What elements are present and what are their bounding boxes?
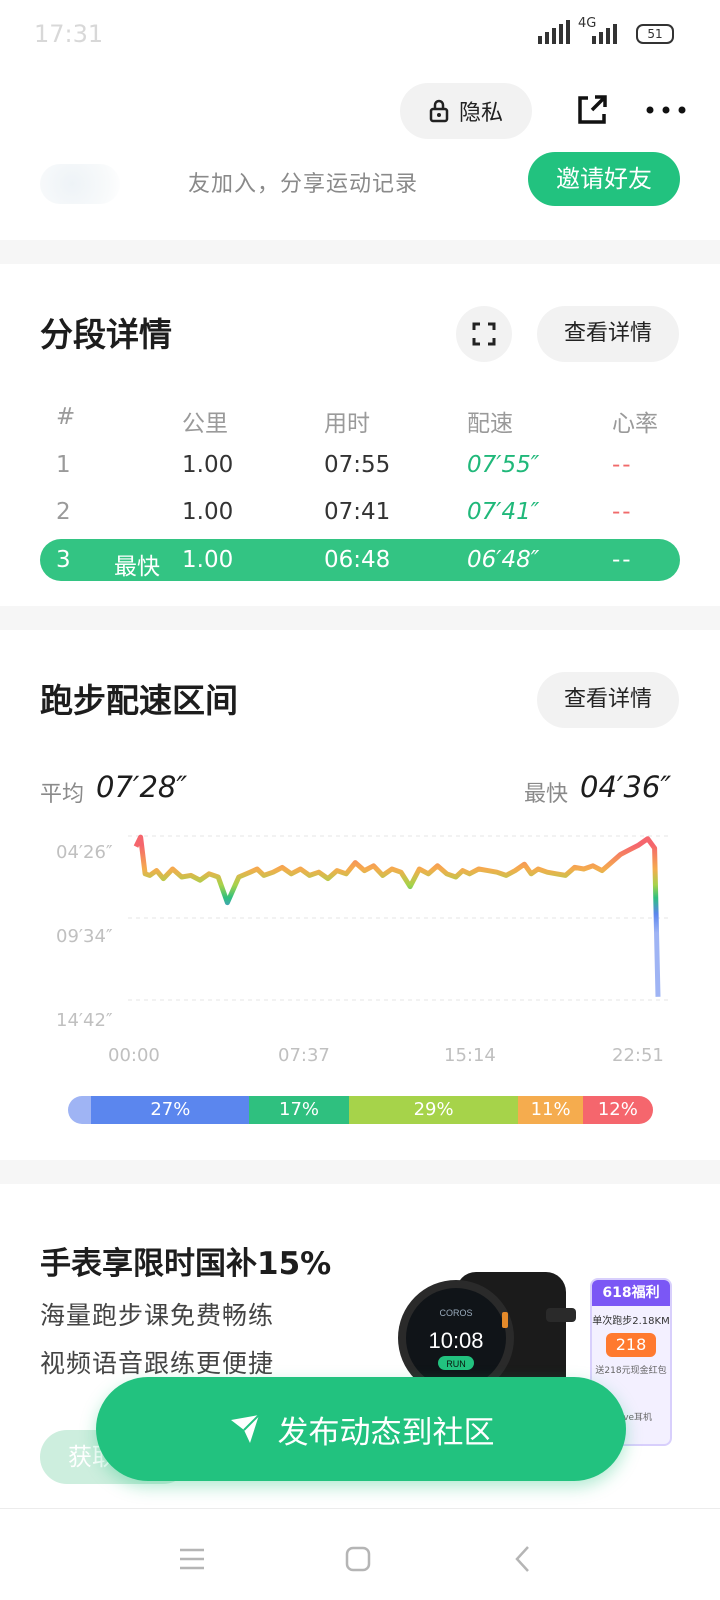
home-icon[interactable] xyxy=(338,1539,378,1579)
promo-line-2: 视频语音跟练更便捷 xyxy=(40,1349,275,1378)
avg-pace-value: 07′28″ xyxy=(96,770,188,804)
zone-segment: 29% xyxy=(348,1096,519,1124)
split-hr: -- xyxy=(612,499,633,525)
fastest-split-row: 3 最快 1.00 06:48 06′48″ -- xyxy=(40,539,680,581)
split-hr: -- xyxy=(612,547,633,573)
fast-pace-value: 04′36″ xyxy=(580,770,672,804)
x-tick-label: 15:14 xyxy=(444,1045,496,1066)
zone-segment: 12% xyxy=(582,1096,653,1124)
share-icon[interactable] xyxy=(574,92,610,128)
split-hr: -- xyxy=(612,452,633,478)
signal-icon xyxy=(538,20,570,44)
back-icon[interactable] xyxy=(504,1539,544,1579)
privacy-label: 隐私 xyxy=(458,101,503,126)
promo-title: 手表享限时国补15% xyxy=(40,1246,332,1282)
col-header-num: # xyxy=(56,404,76,430)
splits-detail-button[interactable]: 查看详情 xyxy=(537,306,679,362)
split-km: 1.00 xyxy=(182,452,234,478)
zone-segment: 11% xyxy=(518,1096,583,1124)
split-km: 1.00 xyxy=(182,499,234,525)
col-header-km: 公里 xyxy=(182,411,228,437)
zone-segment: 17% xyxy=(249,1096,349,1124)
avatar xyxy=(40,164,120,204)
section-divider xyxy=(0,606,720,630)
pace-chart xyxy=(128,834,668,1001)
x-tick-label: 07:37 xyxy=(278,1045,330,1066)
battery-icon: 51 xyxy=(636,24,674,44)
zone-segment xyxy=(68,1096,92,1124)
fullscreen-button[interactable] xyxy=(456,306,512,362)
signal-icon-2 xyxy=(592,20,617,44)
fab-label: 发布动态到社区 xyxy=(277,1414,495,1451)
watch-brand: COROS xyxy=(439,1308,472,1318)
status-bar: 17:31 4G 51 xyxy=(0,0,720,70)
pace-zone-distribution-bar: 27% 17% 29% 11% 12% xyxy=(68,1096,653,1124)
promo-line-1: 海量跑步课免费畅练 xyxy=(40,1301,275,1330)
split-num: 1 xyxy=(56,452,71,478)
pace-detail-button[interactable]: 查看详情 xyxy=(537,672,679,728)
split-time: 07:41 xyxy=(324,499,391,525)
x-tick-label: 22:51 xyxy=(612,1045,664,1066)
splits-title: 分段详情 xyxy=(40,315,172,354)
post-to-community-button[interactable]: 发布动态到社区 xyxy=(96,1377,626,1481)
privacy-button[interactable]: 隐私 xyxy=(400,83,532,139)
send-icon xyxy=(230,1414,260,1443)
col-header-hr: 心率 xyxy=(612,411,658,437)
section-divider xyxy=(0,240,720,264)
col-header-time: 用时 xyxy=(324,411,370,437)
status-time: 17:31 xyxy=(34,20,104,48)
split-time: 06:48 xyxy=(324,547,391,573)
split-time: 07:55 xyxy=(324,452,391,478)
pace-zone-title: 跑步配速区间 xyxy=(40,681,238,720)
zone-segment: 27% xyxy=(91,1096,250,1124)
split-num: 3 xyxy=(56,547,71,573)
split-pace: 07′55″ xyxy=(467,452,540,478)
invite-friends-button[interactable]: 邀请好友 xyxy=(528,152,680,206)
lock-icon xyxy=(429,99,449,123)
fastest-tag: 最快 xyxy=(114,554,160,580)
promo-card-amount: 218 xyxy=(606,1333,656,1357)
expand-icon xyxy=(472,322,496,346)
promo-card-badge: 618福利 xyxy=(592,1280,670,1306)
split-km: 1.00 xyxy=(182,547,234,573)
pace-series-line xyxy=(133,834,661,997)
split-num: 2 xyxy=(56,499,71,525)
split-pace: 07′41″ xyxy=(467,499,540,525)
watch-time: 10:08 xyxy=(428,1328,483,1353)
watch-mode: RUN xyxy=(446,1359,466,1369)
split-pace: 06′48″ xyxy=(467,547,540,573)
promo-card-sub: 送218元现金红包 xyxy=(595,1366,667,1376)
menu-icon[interactable] xyxy=(172,1539,212,1579)
fast-pace-label: 最快 xyxy=(524,782,569,807)
promo-card-text: 单次跑步2.18KM xyxy=(592,1316,670,1327)
invite-text: 友加入，分享运动记录 xyxy=(188,172,419,197)
x-tick-label: 00:00 xyxy=(108,1045,160,1066)
col-header-pace: 配速 xyxy=(467,411,513,437)
more-icon[interactable] xyxy=(644,92,688,128)
system-nav-bar xyxy=(0,1508,720,1600)
avg-pace-label: 平均 xyxy=(40,782,85,807)
section-divider xyxy=(0,1160,720,1184)
